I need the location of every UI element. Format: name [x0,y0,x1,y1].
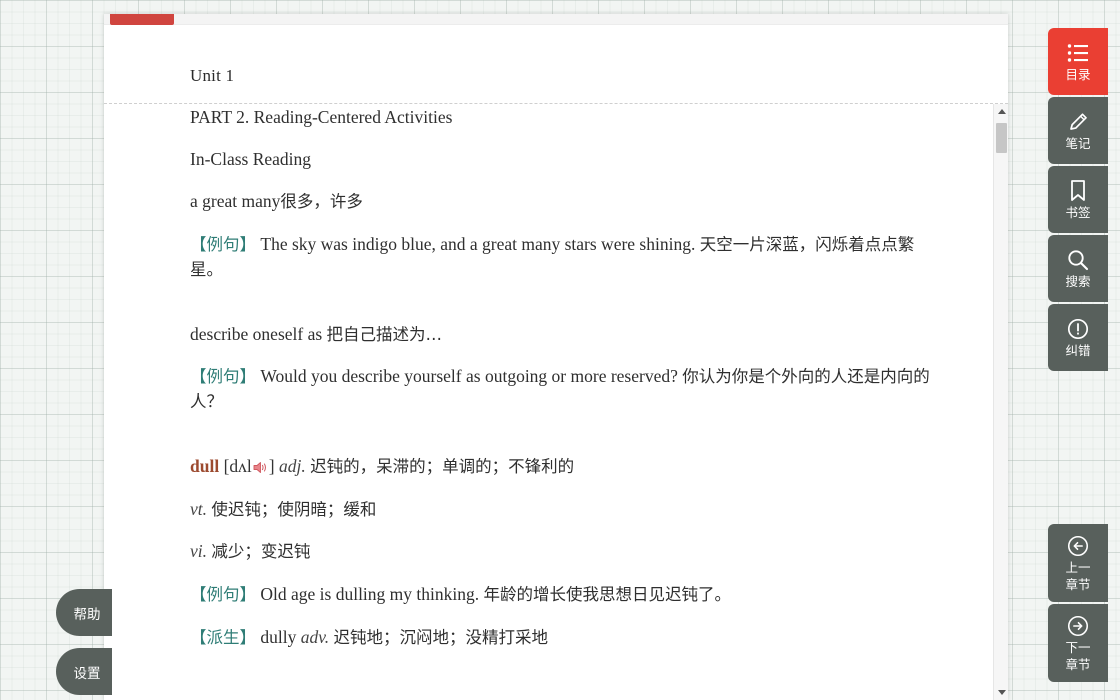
content-scroll-area[interactable]: PART 2. Reading-Centered Activities In-C… [104,104,1008,700]
part-of-speech-vt: vt. [190,498,208,519]
right-toolbar: 目录 笔记 书签 搜索 纠错 [1048,28,1108,371]
word-entry-vt: vt. 使迟钝；使阴暗；缓和 [190,497,944,522]
scrollbar-thumb[interactable] [996,123,1007,153]
scrollbar-down-arrow[interactable] [994,685,1008,700]
word-entry-headline: dull [dʌl] adj. 迟钝的，呆滞的；单调的；不锋利的 [190,454,944,479]
tool-label: 笔记 [1065,136,1091,152]
definition-vi: 减少；变迟钝 [211,542,311,562]
derivative-word: dully [260,626,301,647]
arrow-left-circle-icon [1066,534,1090,558]
chevron-up-icon [997,109,1006,114]
part-of-speech-adj: adj. [278,455,306,476]
definition-adj: 迟钝的，呆滞的；单调的；不锋利的 [310,456,575,476]
tool-label: 纠错 [1065,343,1091,359]
word-entry-vi: vi. 减少；变迟钝 [190,539,944,564]
tool-button-bookmarks[interactable]: 书签 [1048,166,1108,233]
section-heading: In-Class Reading [190,149,312,170]
definition-vt: 使迟钝；使阴暗；缓和 [211,499,377,519]
tool-button-report-error[interactable]: 纠错 [1048,304,1108,371]
help-button-label: 帮助 [73,606,101,623]
settings-button-label: 设置 [73,665,101,682]
example-cn: 年龄的增长使我思想日见迟钝了。 [483,585,732,605]
word-derivative: 【派生】 dully adv. 迟钝地；沉闷地；没精打采地 [190,625,944,650]
reader-page: Unit 1 PART 2. Reading-Centered Activiti… [104,14,1008,700]
phonetic-close: ] [268,455,275,476]
chevron-down-icon [997,690,1006,695]
list-icon [1066,41,1090,65]
example-en: Old age is dulling my thinking. [260,584,480,605]
nav-label-line2: 章节 [1065,577,1091,592]
chapter-nav: 上一 章节 下一 章节 [1048,524,1108,682]
page-title: Unit 1 [190,66,235,85]
phonetic: dʌl [229,455,252,476]
nav-label-line1: 下一 [1065,639,1091,655]
nav-label-line1: 上一 [1065,559,1091,575]
phrase-term: describe oneself as [190,323,327,344]
search-icon [1066,248,1090,272]
example-en: The sky was indigo blue, and a great man… [260,234,696,255]
part-heading: PART 2. Reading-Centered Activities [190,107,453,127]
derivative-definition: 迟钝地；沉闷地；没精打采地 [333,627,548,647]
derivative-tag: 【派生】 [190,627,256,647]
arrow-right-circle-icon [1066,614,1090,638]
phrase-entry-1: a great many很多，许多 [190,189,944,214]
tool-button-notes[interactable]: 笔记 [1048,97,1108,164]
phrase-term-cn: 很多，许多 [280,192,363,212]
tool-button-contents[interactable]: 目录 [1048,28,1108,95]
example-tag: 【例句】 [190,235,256,255]
help-button[interactable]: 帮助 [56,589,112,636]
page-tab-strip [104,14,1008,25]
derivative-pos: adv. [300,626,330,647]
word-example: 【例句】 Old age is dulling my thinking. 年龄的… [190,582,944,607]
next-chapter-button[interactable]: 下一 章节 [1048,604,1108,682]
vertical-scrollbar[interactable] [993,104,1008,700]
page-header: Unit 1 [104,25,1008,104]
tool-button-search[interactable]: 搜索 [1048,235,1108,302]
active-tab-indicator[interactable] [110,14,174,25]
scrollbar-up-arrow[interactable] [994,104,1008,119]
content-body: PART 2. Reading-Centered Activities In-C… [104,105,1008,650]
exclamation-circle-icon [1066,317,1090,341]
nav-label-line2: 章节 [1065,657,1091,672]
pencil-icon [1066,110,1090,134]
headword: dull [190,455,220,476]
settings-button[interactable]: 设置 [56,648,112,695]
bookmark-icon [1066,179,1090,203]
phrase-example-1: 【例句】 The sky was indigo blue, and a grea… [190,232,944,282]
example-tag: 【例句】 [190,367,256,387]
part-of-speech-vi: vi. [190,541,208,562]
phrase-term: a great many [190,191,281,212]
phrase-entry-2: describe oneself as 把自己描述为… [190,322,944,347]
speaker-icon[interactable] [253,456,268,473]
tool-label: 搜索 [1065,274,1091,290]
example-en: Would you describe yourself as outgoing … [260,366,678,387]
previous-chapter-button[interactable]: 上一 章节 [1048,524,1108,602]
tool-label: 书签 [1065,205,1091,221]
phrase-term-cn: 把自己描述为… [326,324,443,344]
tool-label: 目录 [1065,67,1091,83]
phrase-example-2: 【例句】 Would you describe yourself as outg… [190,364,944,414]
example-tag: 【例句】 [190,585,256,605]
